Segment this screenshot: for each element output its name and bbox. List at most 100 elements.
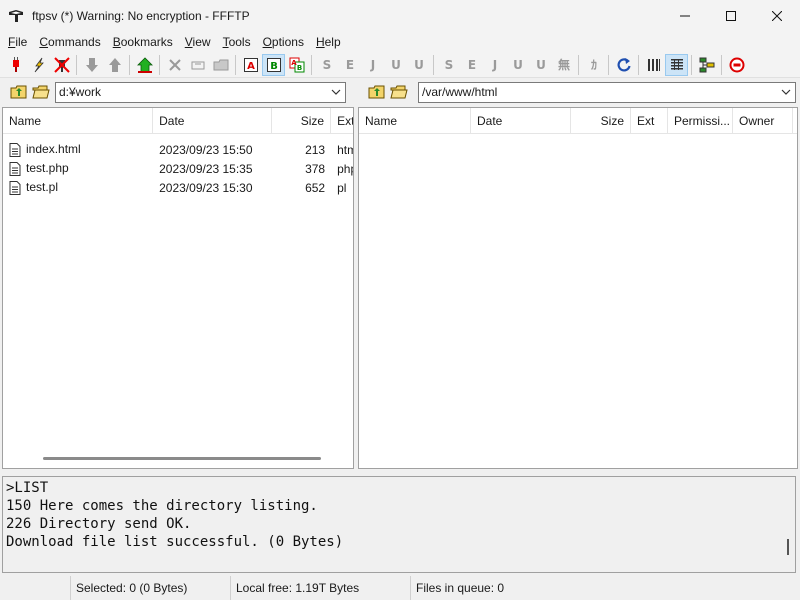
close-button[interactable] <box>754 0 800 32</box>
stop-button[interactable] <box>725 54 748 76</box>
download-button[interactable] <box>80 54 103 76</box>
plug-icon <box>12 56 19 72</box>
mirror-upload-button[interactable] <box>133 54 156 76</box>
svg-text:B: B <box>296 64 301 72</box>
open-folder-icon <box>32 85 50 99</box>
local-parent-folder-button[interactable] <box>8 81 30 103</box>
auto-mode-icon: BA <box>289 57 304 72</box>
rename-icon <box>191 61 204 69</box>
remote-parent-folder-button[interactable] <box>366 81 388 103</box>
status-local-free: Local free: 1.19T Bytes <box>230 576 410 600</box>
svg-text:A: A <box>291 59 297 67</box>
no-conversion-button[interactable]: 無 <box>552 54 575 76</box>
local-col-ext[interactable]: Ext <box>331 108 353 134</box>
toolbar-separator <box>433 54 434 75</box>
kanji-euc-local-button[interactable]: E <box>460 54 483 76</box>
parent-folder-icon <box>368 85 385 99</box>
details-view-icon <box>670 58 683 70</box>
file-name: test.pl <box>26 180 59 195</box>
connect-button[interactable] <box>4 54 27 76</box>
upload-button[interactable] <box>103 54 126 76</box>
quick-connect-button[interactable] <box>27 54 50 76</box>
log-line: 226 Directory send OK. <box>6 516 192 532</box>
ascii-mode-button[interactable]: A <box>239 54 262 76</box>
refresh-icon <box>617 57 631 71</box>
status-selected: Selected: 0 (0 Bytes) <box>70 576 230 600</box>
kana-convert-button[interactable]: ｶ <box>582 54 605 76</box>
toolbar: A B BA S E J U U S E J U U 無 ｶ <box>0 52 800 78</box>
file-size: 213 <box>305 142 326 157</box>
menu-file[interactable]: File <box>2 32 33 52</box>
remote-col-name[interactable]: Name <box>359 108 471 134</box>
remote-path-bar: /var/www/html <box>366 80 796 104</box>
minimize-icon <box>680 15 690 17</box>
local-file-row[interactable]: test.php 2023/09/23 15:35 378 php <box>3 159 353 178</box>
toolbar-separator <box>129 54 130 75</box>
delete-button[interactable] <box>163 54 186 76</box>
remote-file-list[interactable]: Name Date Size Ext Permissi... Owner <box>358 107 798 469</box>
remote-col-owner[interactable]: Owner <box>733 108 793 134</box>
kanji-sjis-local-button[interactable]: S <box>437 54 460 76</box>
delete-x-icon <box>168 58 181 71</box>
local-path-combo[interactable]: d:¥work <box>55 81 346 103</box>
local-horizontal-scrollbar[interactable] <box>43 457 321 460</box>
kanji-jis-local-button[interactable]: J <box>483 54 506 76</box>
menu-bookmarks[interactable]: Bookmarks <box>107 32 179 52</box>
upload-arrow-icon <box>108 57 121 72</box>
menu-options[interactable]: Options <box>257 32 310 52</box>
log-panel[interactable]: >LIST 150 Here comes the directory listi… <box>2 476 796 573</box>
file-ext: php <box>337 161 353 176</box>
remote-open-folder-button[interactable] <box>388 81 410 103</box>
refresh-button[interactable] <box>612 54 635 76</box>
details-view-button[interactable] <box>665 53 688 76</box>
local-col-size[interactable]: Size <box>272 108 332 134</box>
remote-col-permission[interactable]: Permissi... <box>668 108 733 134</box>
mkdir-button[interactable] <box>209 54 232 76</box>
kanji-utf8-host-button[interactable]: U <box>384 54 407 76</box>
toolbar-separator <box>691 54 692 75</box>
ascii-mode-icon: A <box>243 57 258 72</box>
list-view-button[interactable] <box>642 54 665 76</box>
file-size: 652 <box>305 180 326 195</box>
toolbar-separator <box>76 54 77 75</box>
menu-view[interactable]: View <box>179 32 217 52</box>
toolbar-separator <box>235 54 236 75</box>
file-size: 378 <box>305 161 326 176</box>
menu-help[interactable]: Help <box>310 32 347 52</box>
rename-button[interactable] <box>186 54 209 76</box>
kanji-euc-host-button[interactable]: E <box>338 54 361 76</box>
local-col-date[interactable]: Date <box>153 108 273 134</box>
lightning-icon <box>34 57 44 72</box>
folder-sync-button[interactable] <box>695 54 718 76</box>
local-file-list[interactable]: Name Date Size Ext index.html 2023/09/23… <box>2 107 354 469</box>
local-file-row[interactable]: test.pl 2023/09/23 15:30 652 pl <box>3 178 353 197</box>
kanji-sjis-host-button[interactable]: S <box>315 54 338 76</box>
local-file-row[interactable]: index.html 2023/09/23 15:50 213 html <box>3 140 353 159</box>
file-icon <box>9 180 21 195</box>
maximize-button[interactable] <box>708 0 754 32</box>
log-line: Download file list successful. (0 Bytes) <box>6 534 344 550</box>
kanji-utf8bom-host-button[interactable]: U <box>407 54 430 76</box>
remote-col-ext[interactable]: Ext <box>631 108 668 134</box>
binary-mode-button[interactable]: B <box>262 53 285 76</box>
kanji-utf8bom-local-button[interactable]: U <box>529 54 552 76</box>
toolbar-separator <box>721 54 722 75</box>
disconnect-button[interactable] <box>50 54 73 76</box>
auto-mode-button[interactable]: BA <box>285 54 308 76</box>
log-scrollbar[interactable] <box>787 539 789 555</box>
kanji-utf8-local-button[interactable]: U <box>506 54 529 76</box>
remote-col-size[interactable]: Size <box>571 108 631 134</box>
local-open-folder-button[interactable] <box>30 81 52 103</box>
menu-tools[interactable]: Tools <box>217 32 257 52</box>
remote-path-combo[interactable]: /var/www/html <box>418 81 796 103</box>
menu-commands[interactable]: Commands <box>33 32 106 52</box>
log-line: 150 Here comes the directory listing. <box>6 498 318 514</box>
file-icon <box>9 142 21 157</box>
toolbar-separator <box>638 54 639 75</box>
local-col-name[interactable]: Name <box>3 108 154 134</box>
remote-col-date[interactable]: Date <box>471 108 571 134</box>
minimize-button[interactable] <box>662 0 708 32</box>
open-folder-icon <box>390 85 408 99</box>
status-bar: Selected: 0 (0 Bytes) Local free: 1.19T … <box>0 576 800 600</box>
kanji-jis-host-button[interactable]: J <box>361 54 384 76</box>
